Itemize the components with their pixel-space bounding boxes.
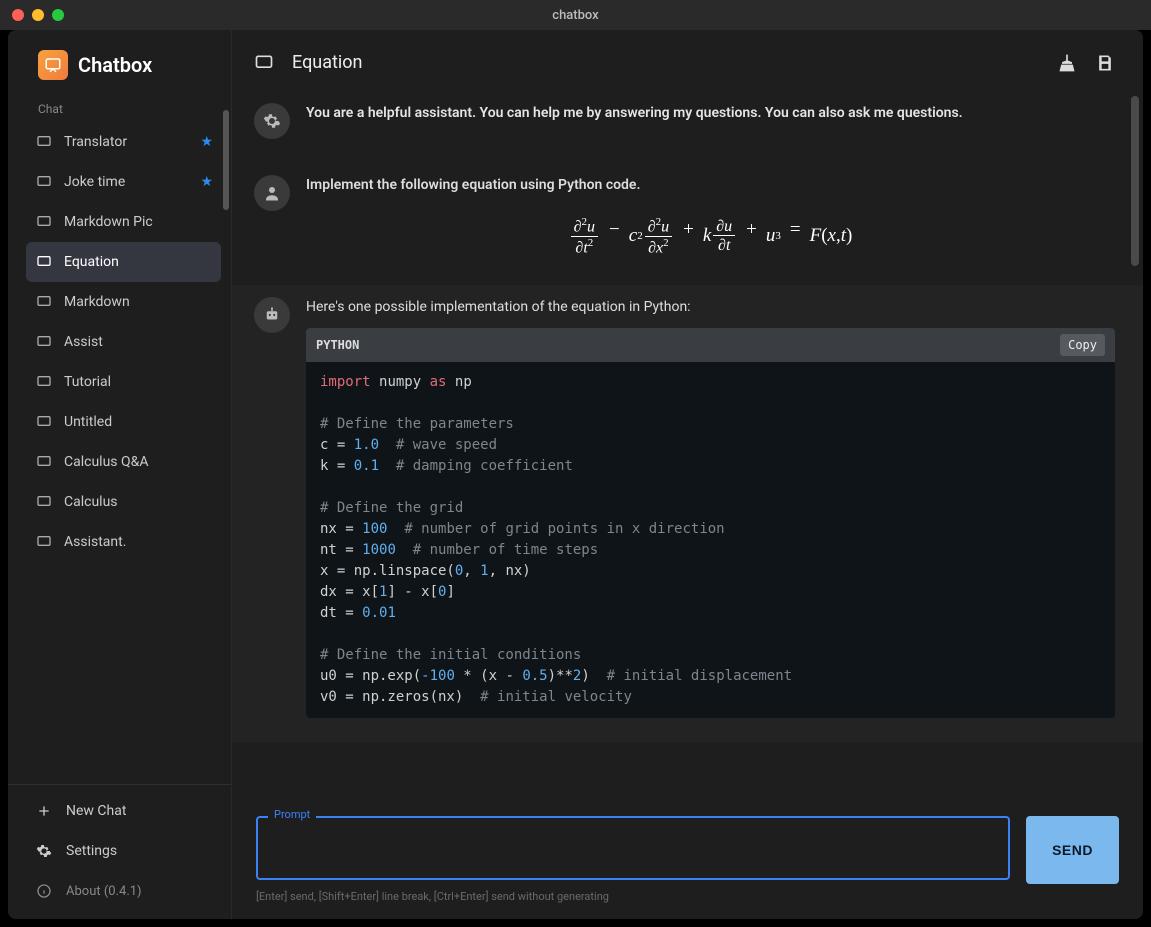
prompt-label: Prompt	[268, 808, 316, 821]
broom-icon[interactable]	[1057, 53, 1077, 73]
sidebar: Chatbox Chat Translator ★ Joke time ★ Ma…	[8, 30, 232, 919]
sidebar-footer: New Chat Settings About (0.4.1)	[8, 784, 231, 919]
code-block: PYTHON Copy import numpy as np # Define …	[306, 328, 1115, 718]
sidebar-item-label: Untitled	[64, 414, 112, 430]
traffic-lights	[12, 9, 64, 21]
close-window-button[interactable]	[12, 9, 24, 21]
conversation-title: Equation	[292, 52, 362, 73]
chat-icon	[36, 214, 52, 230]
copy-button[interactable]: Copy	[1060, 334, 1105, 356]
chat-icon	[36, 374, 52, 390]
sidebar-item-tutorial[interactable]: Tutorial	[26, 362, 221, 402]
new-chat-button[interactable]: New Chat	[26, 791, 221, 831]
sidebar-scrollbar[interactable]	[223, 110, 229, 210]
plus-icon	[36, 803, 52, 819]
system-content: You are a helpful assistant. You can hel…	[306, 103, 1115, 139]
code-body[interactable]: import numpy as np # Define the paramete…	[306, 362, 1115, 718]
about-button[interactable]: About (0.4.1)	[26, 871, 221, 911]
chat-icon	[36, 294, 52, 310]
sidebar-item-calculus-qa[interactable]: Calculus Q&A	[26, 442, 221, 482]
new-chat-label: New Chat	[66, 803, 126, 819]
settings-label: Settings	[66, 843, 117, 859]
sidebar-section-label: Chat	[8, 94, 231, 120]
chat-icon	[36, 414, 52, 430]
send-button[interactable]: SEND	[1026, 816, 1119, 884]
sidebar-item-untitled[interactable]: Untitled	[26, 402, 221, 442]
user-content: Implement the following equation using P…	[306, 175, 1115, 261]
input-area: Prompt SEND [Enter] send, [Shift+Enter] …	[232, 806, 1143, 919]
chat-icon	[36, 254, 52, 270]
messages: You are a helpful assistant. You can hel…	[232, 91, 1143, 806]
app-logo: Chatbox	[8, 30, 231, 94]
sidebar-item-assistant[interactable]: Assistant.	[26, 522, 221, 562]
sidebar-item-label: Assist	[64, 334, 103, 350]
conversation-header: Equation	[232, 30, 1143, 91]
chat-icon	[36, 494, 52, 510]
gear-icon	[36, 843, 52, 859]
assistant-content: Here's one possible implementation of th…	[306, 297, 1115, 718]
chat-icon	[254, 53, 274, 73]
input-hint: [Enter] send, [Shift+Enter] line break, …	[256, 890, 1119, 903]
messages-scrollbar[interactable]	[1131, 96, 1139, 266]
app-name: Chatbox	[78, 53, 152, 77]
window-title: chatbox	[552, 8, 598, 23]
assistant-avatar	[254, 297, 290, 333]
chat-icon	[36, 174, 52, 190]
main-panel: Equation You are a helpful assistant. Yo…	[232, 30, 1143, 919]
sidebar-item-equation[interactable]: Equation	[26, 242, 221, 282]
titlebar: chatbox	[0, 0, 1151, 30]
app-window: Chatbox Chat Translator ★ Joke time ★ Ma…	[8, 30, 1143, 919]
chatbox-logo-icon	[38, 50, 68, 80]
settings-button[interactable]: Settings	[26, 831, 221, 871]
robot-icon	[263, 306, 281, 324]
gear-icon	[263, 112, 281, 130]
chat-icon	[36, 334, 52, 350]
chat-icon	[36, 134, 52, 150]
sidebar-item-calculus[interactable]: Calculus	[26, 482, 221, 522]
message-assistant: Here's one possible implementation of th…	[232, 285, 1143, 742]
sidebar-item-label: Joke time	[64, 174, 125, 190]
system-avatar	[254, 103, 290, 139]
sidebar-item-label: Equation	[64, 254, 119, 270]
star-icon: ★	[200, 134, 213, 150]
sidebar-item-joke-time[interactable]: Joke time ★	[26, 162, 221, 202]
sidebar-item-markdown[interactable]: Markdown	[26, 282, 221, 322]
chat-icon	[36, 454, 52, 470]
minimize-window-button[interactable]	[32, 9, 44, 21]
about-label: About (0.4.1)	[66, 884, 142, 899]
sidebar-item-label: Translator	[64, 134, 127, 150]
system-text: You are a helpful assistant. You can hel…	[306, 105, 963, 121]
sidebar-item-label: Calculus Q&A	[64, 454, 148, 470]
save-icon[interactable]	[1095, 53, 1115, 73]
message-system: You are a helpful assistant. You can hel…	[232, 91, 1143, 163]
person-icon	[263, 184, 281, 202]
sidebar-item-label: Assistant.	[64, 534, 126, 550]
maximize-window-button[interactable]	[52, 9, 64, 21]
equation-display: ∂2u∂t2 − c2∂2u∂x2 + k∂u∂t + u3 = F(x, t)	[306, 196, 1115, 261]
sidebar-item-assist[interactable]: Assist	[26, 322, 221, 362]
info-icon	[36, 883, 52, 899]
sidebar-item-label: Markdown	[64, 294, 130, 310]
code-header: PYTHON Copy	[306, 328, 1115, 362]
chat-list: Translator ★ Joke time ★ Markdown Pic Eq…	[8, 120, 231, 784]
prompt-input[interactable]	[256, 816, 1010, 880]
assistant-text: Here's one possible implementation of th…	[306, 297, 1115, 318]
prompt-field-wrapper: Prompt	[256, 816, 1010, 884]
sidebar-item-label: Markdown Pic	[64, 214, 153, 230]
user-text: Implement the following equation using P…	[306, 175, 1115, 196]
sidebar-item-translator[interactable]: Translator ★	[26, 122, 221, 162]
sidebar-item-label: Calculus	[64, 494, 118, 510]
sidebar-item-label: Tutorial	[64, 374, 111, 390]
chat-icon	[36, 534, 52, 550]
star-icon: ★	[200, 174, 213, 190]
user-avatar	[254, 175, 290, 211]
message-user: Implement the following equation using P…	[232, 163, 1143, 285]
code-language: PYTHON	[316, 336, 359, 354]
sidebar-item-markdown-pic[interactable]: Markdown Pic	[26, 202, 221, 242]
